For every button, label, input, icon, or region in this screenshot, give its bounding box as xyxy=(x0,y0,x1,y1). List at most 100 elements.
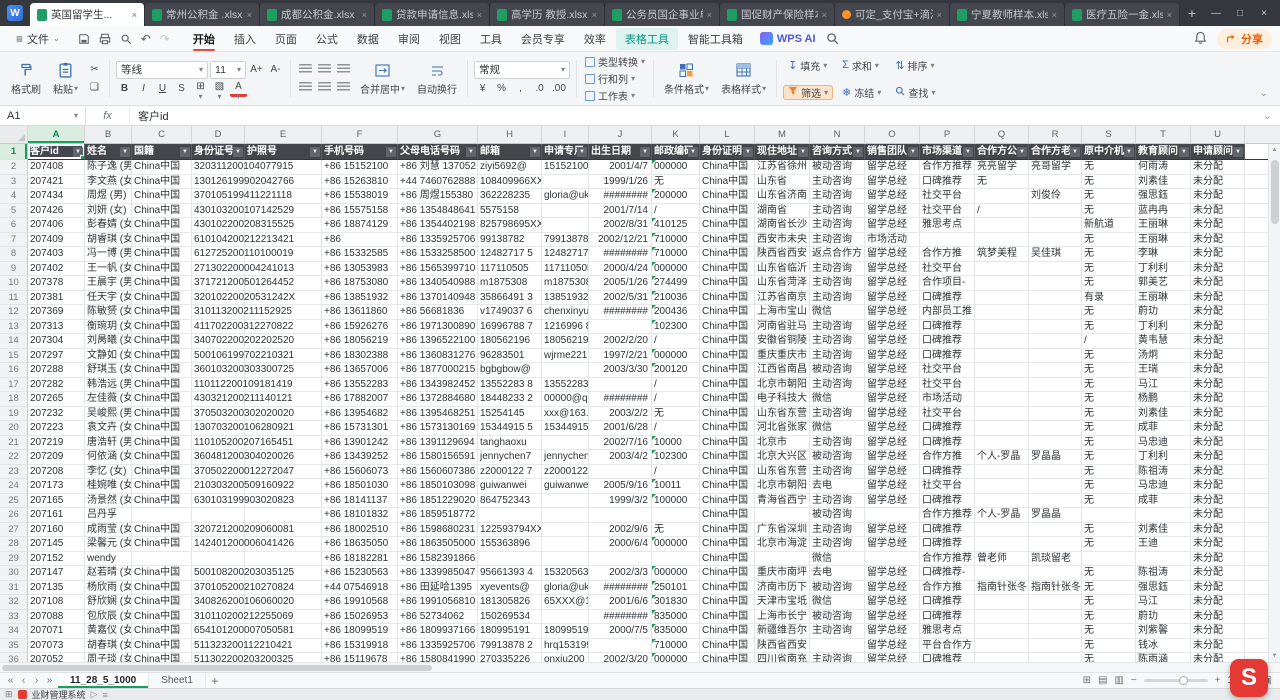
cell[interactable]: 口碑推荐 xyxy=(920,175,975,190)
cell[interactable]: 主动咨询 xyxy=(810,204,865,219)
cell[interactable]: 口碑推荐 xyxy=(920,610,975,625)
filter-icon[interactable]: ▼ xyxy=(688,147,698,157)
ribbon-tab[interactable]: 视图 xyxy=(430,28,470,50)
cell[interactable]: 301830 xyxy=(652,595,700,610)
cell[interactable]: 刘素佳 xyxy=(1136,175,1191,190)
cell[interactable]: China中国 xyxy=(132,233,192,248)
cell[interactable]: 未分配 xyxy=(1191,552,1245,567)
column-header[interactable]: J xyxy=(589,126,652,143)
row-header[interactable]: 2 xyxy=(0,160,28,175)
cell[interactable]: 口碑推荐 xyxy=(920,291,975,306)
cell[interactable]: / xyxy=(1082,334,1136,349)
cell[interactable]: 无 xyxy=(1082,276,1136,291)
align-bottom-icon[interactable] xyxy=(335,62,352,78)
cell[interactable]: China中国 xyxy=(132,465,192,480)
header-cell[interactable]: 销售团队▼ xyxy=(865,144,920,160)
cell[interactable]: 留学总经 xyxy=(865,523,920,538)
filter-icon[interactable]: ▼ xyxy=(908,147,918,157)
cell[interactable]: 207265 xyxy=(28,392,85,407)
cell[interactable]: 117110505 xyxy=(478,262,542,277)
cell[interactable]: +86 xyxy=(322,233,398,248)
cell[interactable]: 内部员工推 xyxy=(920,305,975,320)
cell[interactable]: 主动咨询 xyxy=(810,262,865,277)
cell[interactable]: 江西省南昌 xyxy=(755,363,810,378)
cell[interactable] xyxy=(975,436,1029,451)
cell[interactable]: 79913878 2 xyxy=(542,233,589,248)
tab-close-icon[interactable]: × xyxy=(362,10,367,20)
cell[interactable]: 成菲 xyxy=(1136,421,1191,436)
cell[interactable]: +86 1360831276 xyxy=(398,349,478,364)
cell[interactable] xyxy=(1029,624,1082,639)
cell[interactable]: 1999/1/26 xyxy=(589,175,652,190)
cell[interactable]: 任天宇 (女 xyxy=(85,291,132,306)
cell[interactable]: 王晨宇 (男 xyxy=(85,276,132,291)
cell[interactable]: 口碑推荐 xyxy=(920,523,975,538)
cell[interactable]: 留学总经 xyxy=(865,581,920,596)
filter-icon[interactable]: ▼ xyxy=(1070,147,1080,157)
cell[interactable]: m1875308 xyxy=(542,276,589,291)
header-cell[interactable]: 邮政编码▼ xyxy=(652,144,700,160)
cell[interactable]: 未分配 xyxy=(1191,160,1245,175)
cell[interactable]: 180562196 xyxy=(478,334,542,349)
zoom-slider-thumb[interactable] xyxy=(1179,676,1188,685)
cell[interactable] xyxy=(245,363,322,378)
cell[interactable]: 山东省 xyxy=(755,175,810,190)
cell[interactable]: China中国 xyxy=(132,566,192,581)
cell[interactable]: 370502200012272047 xyxy=(192,465,245,480)
minimize-button[interactable]: — xyxy=(1204,2,1228,24)
header-cell[interactable]: 申请专用▼ xyxy=(542,144,589,160)
cell[interactable]: 天津市宝坻 xyxy=(755,595,810,610)
cell[interactable] xyxy=(975,305,1029,320)
cell[interactable] xyxy=(245,262,322,277)
cell[interactable]: +86 13851932 xyxy=(322,291,398,306)
cell[interactable] xyxy=(1136,508,1191,523)
cell[interactable]: 主动咨询 xyxy=(810,624,865,639)
tab-close-icon[interactable]: × xyxy=(707,10,712,20)
cell[interactable]: 微信 xyxy=(810,552,865,567)
cell[interactable]: 2002/9/6 xyxy=(589,523,652,538)
cell[interactable]: 2002/8/31 xyxy=(589,218,652,233)
cell[interactable]: 留学总经 xyxy=(865,189,920,204)
cell[interactable]: 留学总经 xyxy=(865,421,920,436)
cell[interactable]: 留学总经 xyxy=(865,450,920,465)
ribbon-tab[interactable]: 数据 xyxy=(348,28,388,50)
cell[interactable] xyxy=(1029,378,1082,393)
cell[interactable]: 未分配 xyxy=(1191,494,1245,509)
cell[interactable]: z2000122 7 xyxy=(478,465,542,480)
cell[interactable]: 山东省菏泽 xyxy=(755,276,810,291)
cell[interactable]: bgbgbow@ xyxy=(478,363,542,378)
cell[interactable]: 未分配 xyxy=(1191,421,1245,436)
cell[interactable]: 合作方推荐 xyxy=(920,508,975,523)
cell[interactable]: 王瑞 xyxy=(1136,363,1191,378)
cell[interactable]: China中国 xyxy=(700,349,755,364)
cell[interactable]: 强思鈺 xyxy=(1136,581,1191,596)
cell[interactable]: China中国 xyxy=(700,421,755,436)
filter-icon[interactable]: ▼ xyxy=(180,147,190,157)
ribbon-tab[interactable]: 表格工具 xyxy=(616,28,678,50)
cell[interactable]: China中国 xyxy=(700,436,755,451)
cell[interactable]: 雅思考点 xyxy=(920,218,975,233)
cell[interactable]: 济南市历下 xyxy=(755,581,810,596)
wps-ai-button[interactable]: WPS AI xyxy=(760,32,816,45)
cell[interactable]: 无 xyxy=(1082,247,1136,262)
cell[interactable]: 207173 xyxy=(28,479,85,494)
file-tab[interactable]: 国促财产保险样本...× xyxy=(720,3,835,26)
cell[interactable] xyxy=(1029,320,1082,335)
cell[interactable] xyxy=(245,334,322,349)
cell[interactable]: 留学总经 xyxy=(865,494,920,509)
row-header[interactable]: 12 xyxy=(0,305,28,320)
cell[interactable]: 108409966XXX@163. xyxy=(478,175,542,190)
cell[interactable]: China中国 xyxy=(700,175,755,190)
cell[interactable]: 无 xyxy=(1082,436,1136,451)
cell[interactable]: 马江 xyxy=(1136,378,1191,393)
cell[interactable]: +86 18302388 xyxy=(322,349,398,364)
cell[interactable]: +86 1396522100 xyxy=(398,334,478,349)
cell[interactable]: 未分配 xyxy=(1191,450,1245,465)
cell[interactable]: 117110505 xyxy=(542,262,589,277)
cell[interactable]: +86 18182281 xyxy=(322,552,398,567)
cell[interactable]: 371721200501264452 xyxy=(192,276,245,291)
cell[interactable]: 2002/5/31 xyxy=(589,291,652,306)
cell[interactable] xyxy=(1029,204,1082,219)
cell[interactable] xyxy=(245,218,322,233)
cell[interactable]: 河南省驻马 xyxy=(755,320,810,335)
